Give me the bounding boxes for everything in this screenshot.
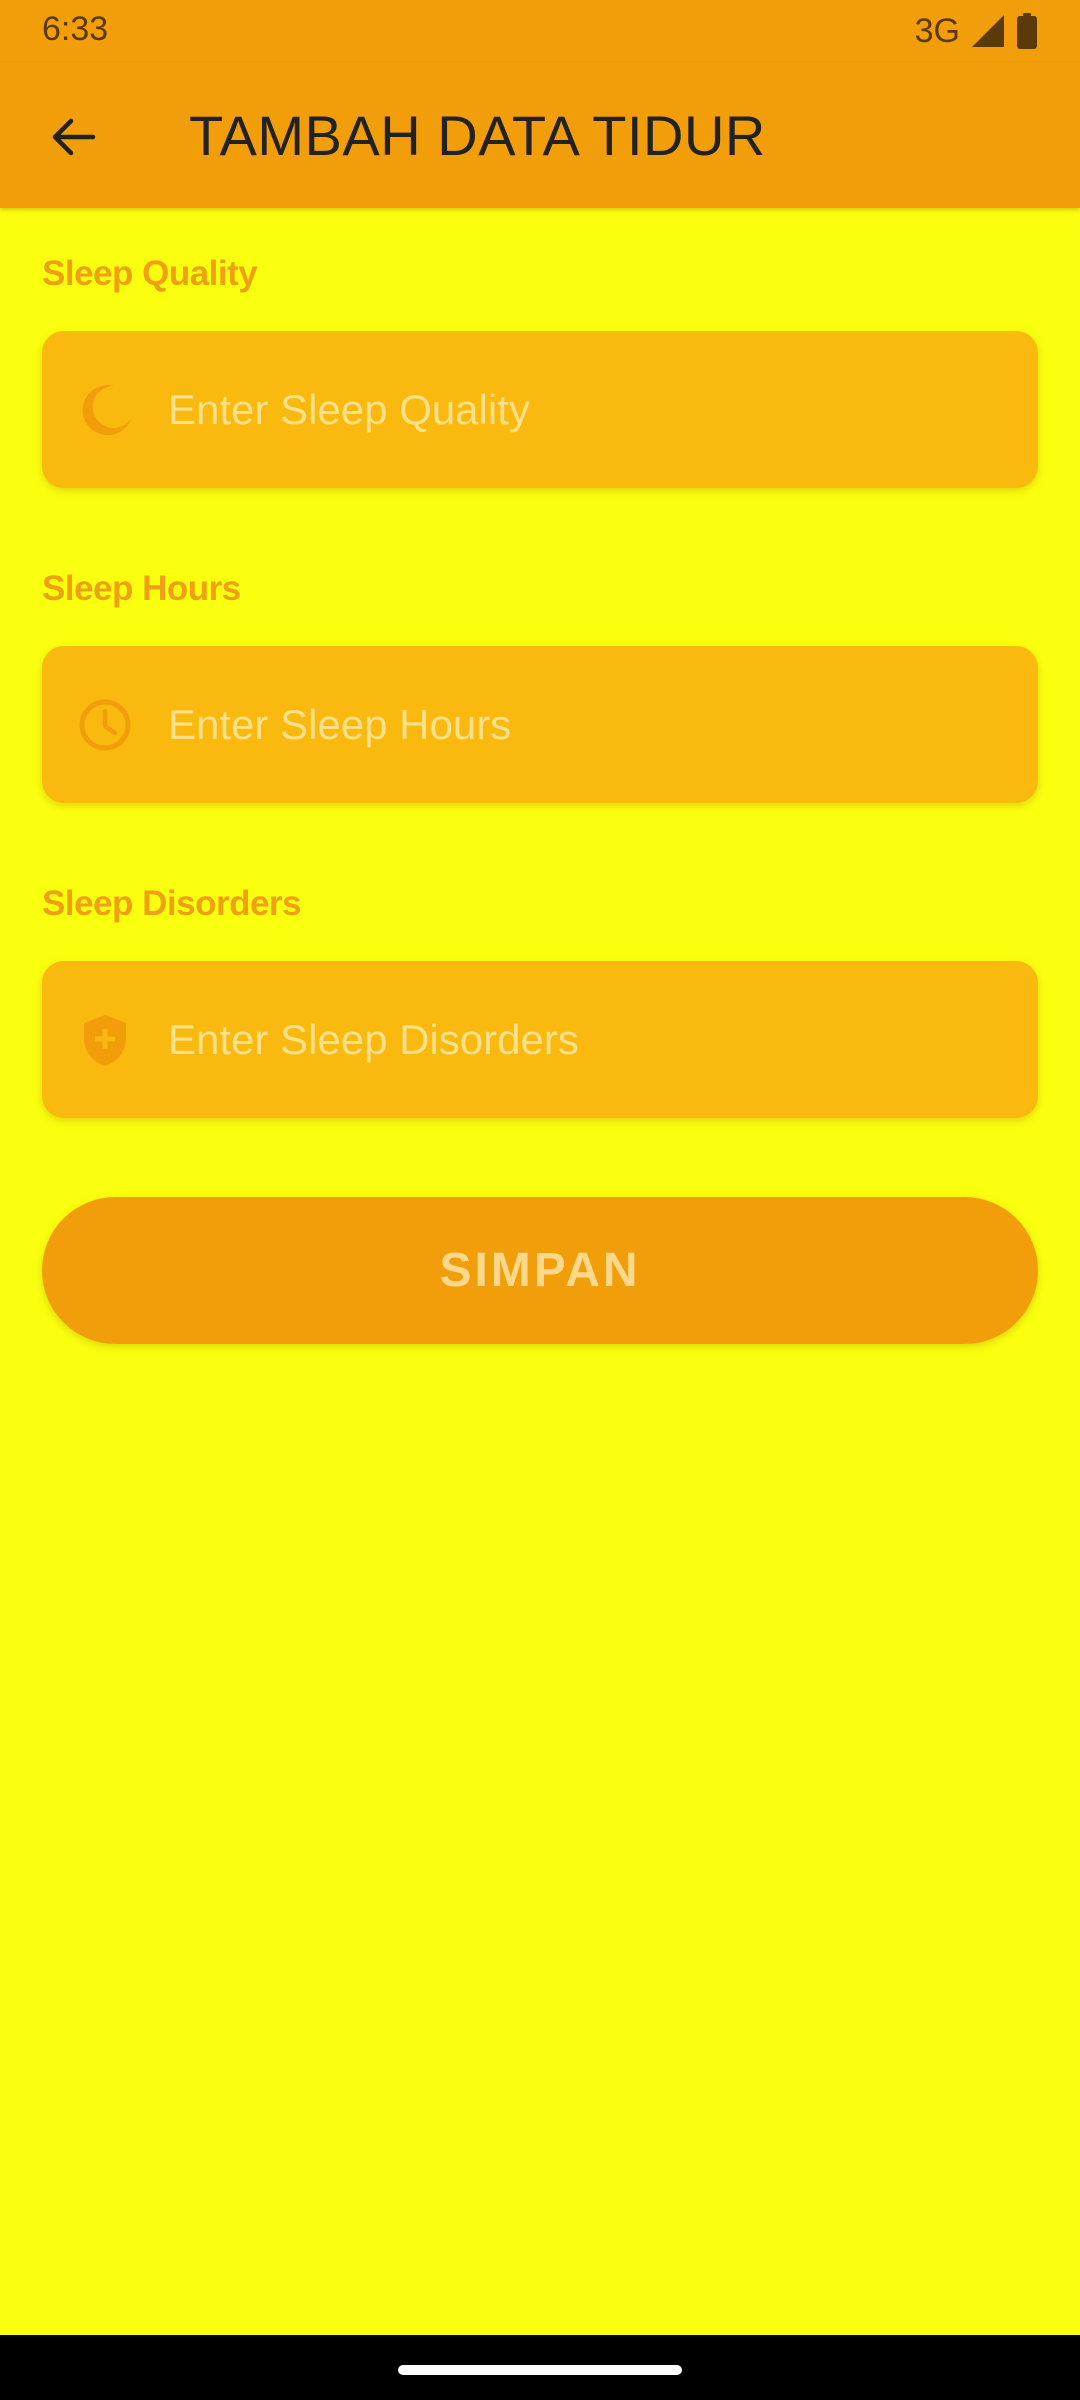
clock-icon bbox=[76, 696, 134, 754]
sleep-hours-input[interactable] bbox=[168, 646, 1008, 803]
sleep-disorders-card[interactable] bbox=[42, 961, 1038, 1118]
home-indicator[interactable] bbox=[398, 2365, 682, 2375]
sleep-hours-card[interactable] bbox=[42, 646, 1038, 803]
sleep-quality-card[interactable] bbox=[42, 331, 1038, 488]
save-button[interactable]: SIMPAN bbox=[42, 1197, 1038, 1344]
sleep-quality-input[interactable] bbox=[168, 331, 1008, 488]
battery-icon bbox=[1016, 13, 1038, 49]
app-bar: TAMBAH DATA TIDUR bbox=[0, 63, 1080, 208]
save-button-label: SIMPAN bbox=[439, 1244, 641, 1297]
status-time: 6:33 bbox=[42, 10, 109, 48]
page-title: TAMBAH DATA TIDUR bbox=[189, 104, 766, 167]
shield-plus-icon bbox=[76, 1011, 134, 1069]
sleep-hours-label: Sleep Hours bbox=[42, 569, 241, 608]
cellular-signal-icon bbox=[970, 13, 1006, 49]
status-indicators: 3G bbox=[915, 10, 1038, 52]
sleep-disorders-label: Sleep Disorders bbox=[42, 884, 302, 923]
sleep-quality-label: Sleep Quality bbox=[42, 254, 258, 293]
sleep-disorders-input[interactable] bbox=[168, 961, 1008, 1118]
arrow-back-icon bbox=[49, 113, 97, 166]
status-bar: 6:33 3G bbox=[0, 0, 1080, 63]
network-type: 3G bbox=[914, 11, 960, 50]
back-button[interactable] bbox=[33, 99, 113, 179]
moon-icon bbox=[76, 381, 134, 439]
